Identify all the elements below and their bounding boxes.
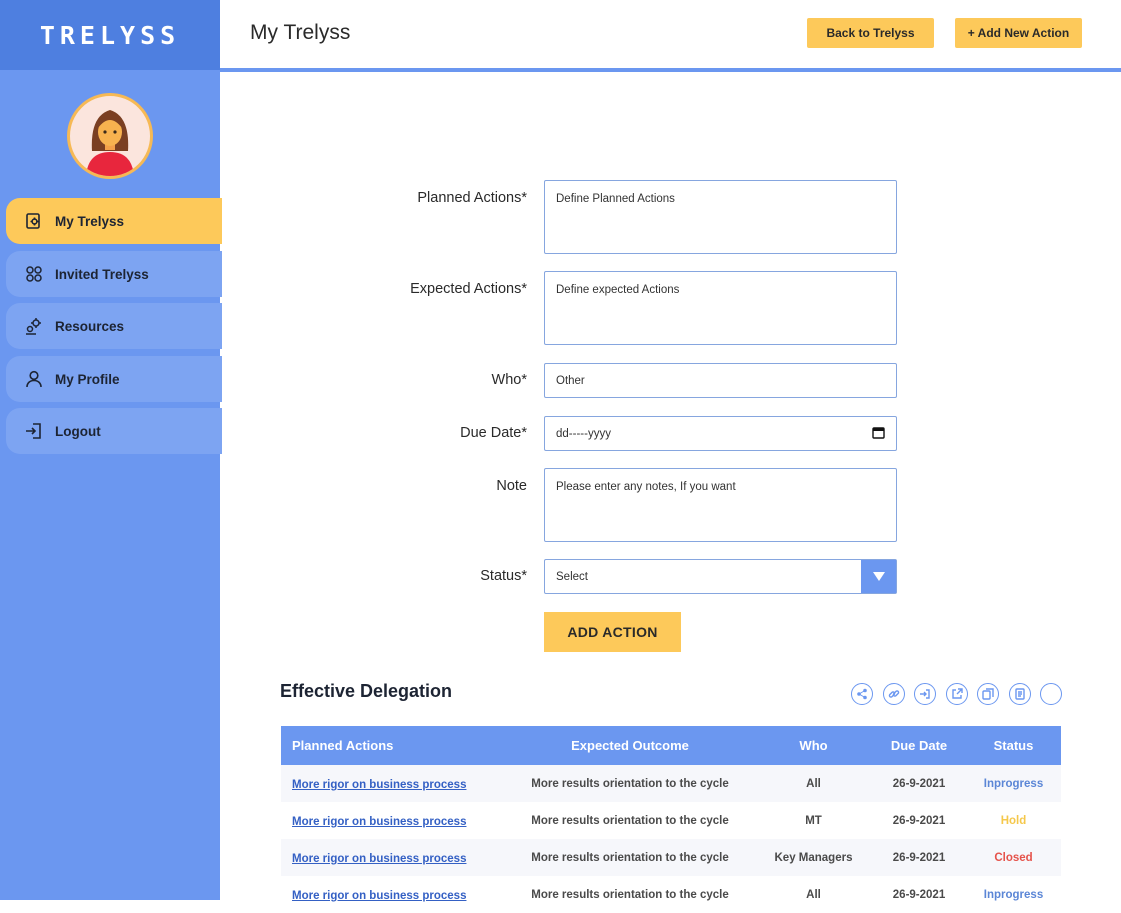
sidebar-item-label: My Profile	[55, 371, 120, 387]
planned-actions-field[interactable]: Define Planned Actions	[544, 180, 897, 254]
status-badge: Hold	[1000, 814, 1027, 827]
gears-icon	[24, 316, 44, 336]
logo[interactable]: TRELYSS	[40, 21, 180, 50]
table-header: Planned Actions Expected Outcome Who Due…	[281, 726, 1061, 765]
due-date-cell: 26-9-2021	[892, 777, 946, 790]
sidebar-item-invited-trelyss[interactable]: Invited Trelyss	[6, 251, 222, 297]
who-label: Who*	[491, 372, 527, 388]
planned-actions-label: Planned Actions*	[417, 190, 527, 206]
status-badge: Inprogress	[983, 777, 1044, 790]
who-value: Other	[556, 374, 585, 387]
header-expected-outcome[interactable]: Expected Outcome	[505, 738, 755, 753]
logout-icon	[24, 421, 44, 441]
add-new-action-button[interactable]: + Add New Action	[955, 18, 1082, 48]
section-title: Effective Delegation	[280, 681, 453, 701]
table-row: More rigor on business process More resu…	[281, 839, 1061, 876]
logo-bar: TRELYSS	[0, 0, 220, 70]
table-row: More rigor on business process More resu…	[281, 876, 1061, 913]
who-field[interactable]: Other	[544, 363, 897, 398]
avatar-image	[86, 110, 134, 176]
planned-action-link[interactable]: More rigor on business process	[292, 779, 466, 791]
due-date-cell: 26-9-2021	[892, 851, 946, 864]
table-row: More rigor on business process More resu…	[281, 802, 1061, 839]
avatar[interactable]	[67, 93, 153, 179]
header-who[interactable]: Who	[755, 738, 872, 753]
actions-table: Planned Actions Expected Outcome Who Due…	[281, 726, 1061, 913]
sidebar-item-label: Resources	[55, 318, 125, 334]
link-icon[interactable]	[883, 683, 905, 705]
due-date-cell: 26-9-2021	[892, 888, 946, 901]
sidebar-item-label: My Trelyss	[55, 213, 125, 229]
gear-document-icon	[24, 211, 44, 231]
user-icon	[24, 369, 44, 389]
planned-action-link[interactable]: More rigor on business process	[292, 816, 466, 828]
note-placeholder: Please enter any notes, If you want	[556, 481, 736, 493]
planned-actions-placeholder: Define Planned Actions	[556, 193, 675, 205]
status-badge: Closed	[994, 851, 1033, 864]
note-label: Note	[496, 478, 527, 494]
planned-action-link[interactable]: More rigor on business process	[292, 853, 466, 865]
due-date-field[interactable]: dd-----yyyy	[544, 416, 897, 451]
export-icon[interactable]	[946, 683, 968, 705]
chevron-down-icon[interactable]	[861, 560, 896, 593]
note-field[interactable]: Please enter any notes, If you want	[544, 468, 897, 542]
sidebar-item-label: Logout	[55, 423, 101, 439]
expected-actions-placeholder: Define expected Actions	[556, 284, 680, 296]
back-to-trelyss-button[interactable]: Back to Trelyss	[807, 18, 934, 48]
outcome-cell: More results orientation to the cycle	[531, 814, 729, 827]
outcome-cell: More results orientation to the cycle	[531, 851, 729, 864]
who-cell: All	[806, 777, 821, 790]
who-cell: Key Managers	[774, 851, 853, 864]
add-action-button[interactable]: ADD ACTION	[544, 612, 681, 652]
blank-circle-icon[interactable]	[1040, 683, 1062, 705]
status-select-value: Select	[556, 570, 588, 583]
expected-actions-label: Expected Actions*	[410, 281, 527, 297]
due-date-label: Due Date*	[460, 425, 527, 441]
share-icon[interactable]	[851, 683, 873, 705]
header-planned-actions[interactable]: Planned Actions	[281, 738, 505, 753]
status-badge: Inprogress	[983, 888, 1044, 901]
page-title: My Trelyss	[250, 21, 351, 44]
sidebar-item-resources[interactable]: Resources	[6, 303, 222, 349]
sidebar-item-my-trelyss[interactable]: My Trelyss	[6, 198, 222, 244]
sidebar-item-logout[interactable]: Logout	[6, 408, 222, 454]
login-icon[interactable]	[914, 683, 936, 705]
status-label: Status*	[480, 568, 527, 584]
header-status[interactable]: Status	[966, 738, 1061, 753]
due-date-value: dd-----yyyy	[556, 427, 611, 440]
outcome-cell: More results orientation to the cycle	[531, 777, 729, 790]
sidebar-item-label: Invited Trelyss	[55, 266, 149, 282]
group-icon	[24, 264, 44, 284]
calendar-icon[interactable]	[872, 426, 885, 442]
report-icon[interactable]	[1009, 683, 1031, 705]
who-cell: All	[806, 888, 821, 901]
expected-actions-field[interactable]: Define expected Actions	[544, 271, 897, 345]
who-cell: MT	[805, 814, 822, 827]
status-select[interactable]: Select	[544, 559, 897, 594]
header-divider	[220, 68, 1121, 72]
due-date-cell: 26-9-2021	[892, 814, 946, 827]
header-due-date[interactable]: Due Date	[872, 738, 966, 753]
table-row: More rigor on business process More resu…	[281, 765, 1061, 802]
outcome-cell: More results orientation to the cycle	[531, 888, 729, 901]
copy-icon[interactable]	[977, 683, 999, 705]
sidebar-item-my-profile[interactable]: My Profile	[6, 356, 222, 402]
